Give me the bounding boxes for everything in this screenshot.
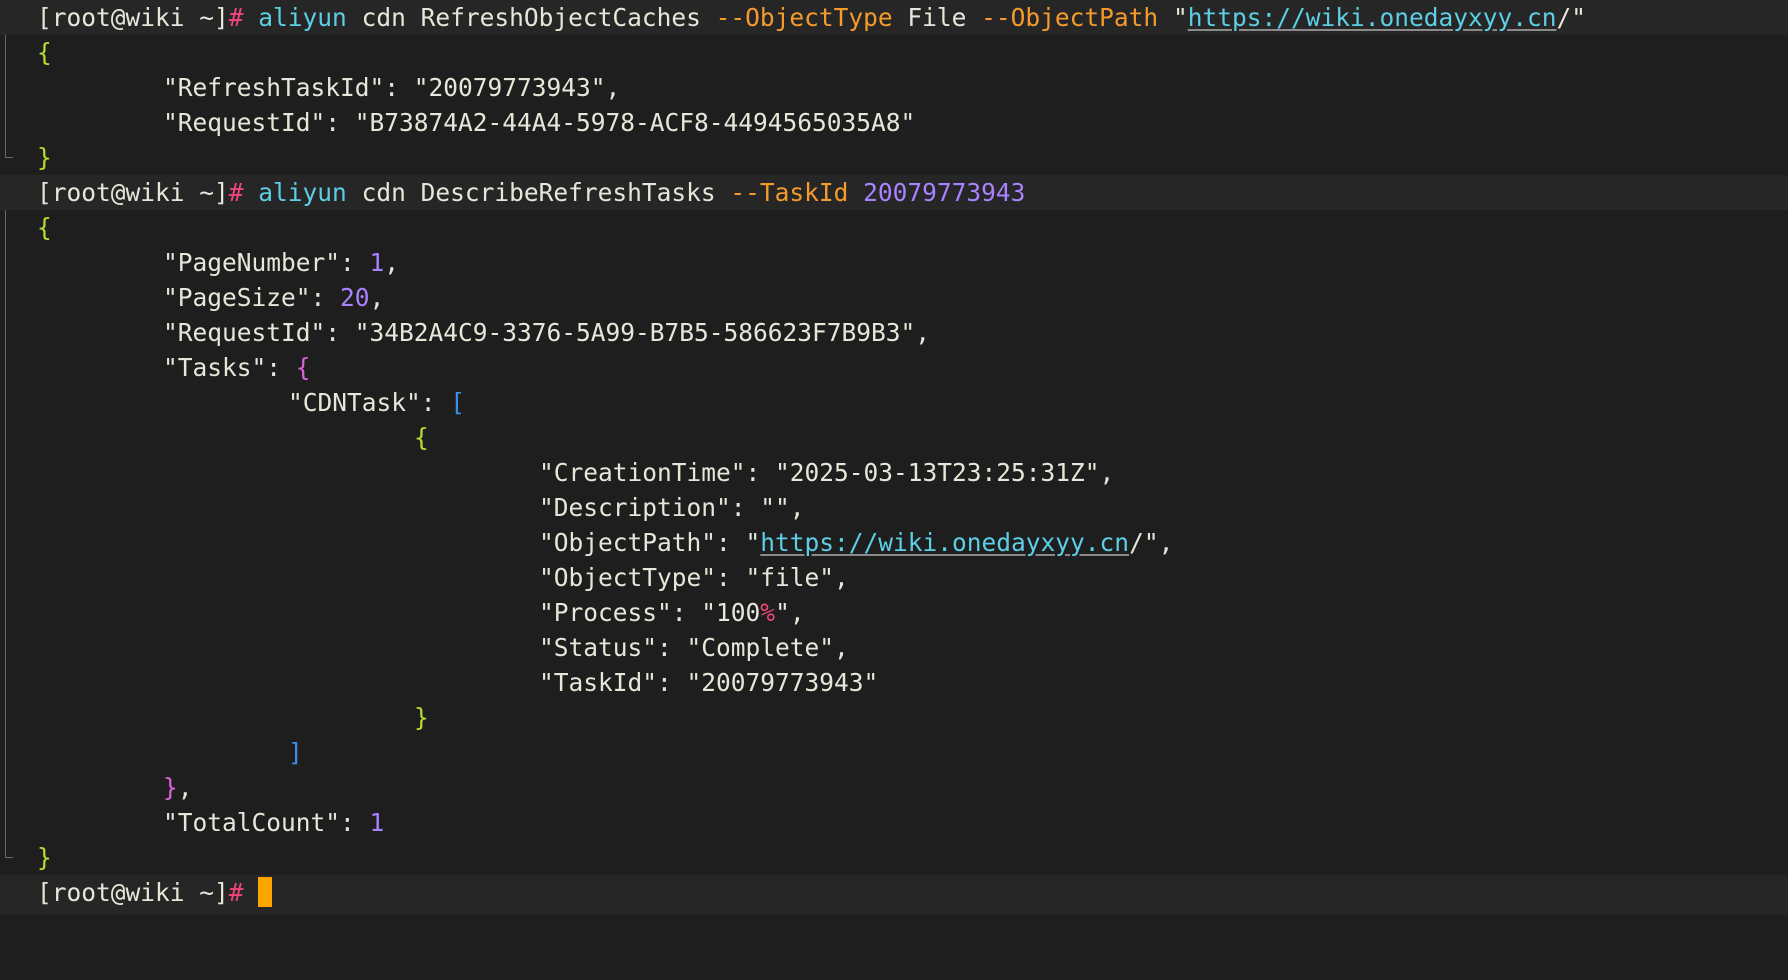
json-value: 1: [369, 248, 385, 277]
json-key: "CDNTask": [288, 388, 421, 417]
command-program: aliyun: [258, 3, 347, 32]
url-tail: /": [1556, 3, 1586, 32]
json-value: "2025-03-13T23:25:31Z",: [775, 458, 1115, 487]
output-line: "PageNumber": 1,: [163, 248, 400, 277]
json-key: "RequestId": [163, 318, 326, 347]
json-value: "34B2A4C9-3376-5A99-B7B5-586623F7B9B3",: [354, 318, 931, 347]
json-key: "RefreshTaskId": [163, 73, 385, 102]
option-value: 20079773943: [863, 178, 1026, 207]
prompt-hash: #: [228, 178, 244, 207]
url-tail: /",: [1129, 528, 1174, 557]
command-program: aliyun: [258, 178, 347, 207]
command-line-1[interactable]: [root@wiki ~]# aliyun cdn RefreshObjectC…: [0, 0, 1788, 35]
output-line: "Description": "",: [539, 493, 805, 522]
output-line: }: [414, 703, 429, 732]
output-line: "Process": "100%",: [539, 598, 805, 627]
output-line: "TaskId": "20079773943": [539, 668, 879, 697]
json-value: "Complete",: [686, 633, 849, 662]
json-value-tail: ",: [775, 598, 805, 627]
json-value: "20079773943": [686, 668, 879, 697]
url-link[interactable]: https://wiki.onedayxyy.cn: [760, 528, 1129, 557]
json-value: "20079773943",: [413, 73, 621, 102]
output-line: {: [37, 38, 52, 67]
url-link[interactable]: https://wiki.onedayxyy.cn: [1188, 3, 1557, 32]
json-key: "ObjectType": [539, 563, 717, 592]
output-line: "Status": "Complete",: [539, 633, 849, 662]
json-value: 20: [340, 283, 370, 312]
output-line: "RefreshTaskId": "20079773943",: [163, 73, 621, 102]
output-line: {: [37, 213, 52, 242]
shell-prompt: [root@wiki ~]: [37, 3, 229, 32]
json-key: "ObjectPath": [539, 528, 717, 557]
json-key: "Description": [539, 493, 731, 522]
prompt-hash: #: [228, 3, 244, 32]
json-key: "RequestId": [163, 108, 326, 137]
output-line: "CreationTime": "2025-03-13T23:25:31Z",: [539, 458, 1115, 487]
json-value: "B73874A2-44A4-5978-ACF8-4494565035A8": [354, 108, 916, 137]
output-line: "PageSize": 20,: [163, 283, 385, 312]
command-args: cdn RefreshObjectCaches: [361, 3, 701, 32]
json-key: "PageSize": [163, 283, 311, 312]
output-line: ]: [288, 738, 303, 767]
json-value: "file",: [745, 563, 849, 592]
option-flag: --TaskId: [730, 178, 849, 207]
percent-sign: %: [760, 598, 776, 627]
shell-prompt: [root@wiki ~]: [37, 178, 229, 207]
option-value: File: [907, 3, 967, 32]
json-key: "PageNumber": [163, 248, 341, 277]
output-line: "TotalCount": 1: [163, 808, 385, 837]
command-line-2[interactable]: [root@wiki ~]# aliyun cdn DescribeRefres…: [0, 175, 1788, 210]
json-value: "100: [701, 598, 761, 627]
output-line: "CDNTask": [: [288, 388, 466, 417]
output-line: "ObjectPath": "https://wiki.onedayxyy.cn…: [539, 528, 1174, 557]
json-key: "CreationTime": [539, 458, 746, 487]
json-key: "TaskId": [539, 668, 658, 697]
option-flag: --ObjectPath: [981, 3, 1159, 32]
output-line: {: [414, 423, 429, 452]
json-value: "",: [760, 493, 805, 522]
quote: ": [1172, 3, 1188, 32]
option-flag: --ObjectType: [715, 3, 893, 32]
json-key: "TotalCount": [163, 808, 341, 837]
json-value: 1: [369, 808, 385, 837]
active-prompt-line[interactable]: [root@wiki ~]#: [0, 875, 1788, 915]
output-line: "RequestId": "B73874A2-44A4-5978-ACF8-44…: [163, 108, 916, 137]
json-key: "Process": [539, 598, 672, 627]
output-line: "Tasks": {: [163, 353, 311, 382]
output-line: "ObjectType": "file",: [539, 563, 849, 592]
output-line: },: [163, 773, 193, 802]
terminal-window[interactable]: [root@wiki ~]# aliyun cdn RefreshObjectC…: [0, 0, 1788, 922]
quote: ": [745, 528, 761, 557]
json-key: "Tasks": [163, 353, 267, 382]
command-args: cdn DescribeRefreshTasks: [361, 178, 716, 207]
json-key: "Status": [539, 633, 658, 662]
prompt-hash: #: [228, 878, 244, 907]
output-line: }: [37, 843, 52, 872]
shell-prompt: [root@wiki ~]: [37, 878, 229, 907]
text-cursor[interactable]: [258, 877, 273, 907]
output-line: }: [37, 143, 52, 172]
output-line: "RequestId": "34B2A4C9-3376-5A99-B7B5-58…: [163, 318, 931, 347]
